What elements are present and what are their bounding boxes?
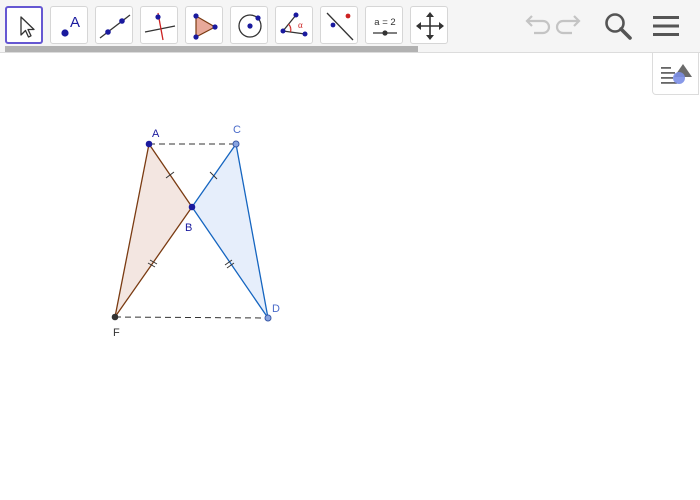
point-label-C: C [233,124,241,136]
reflect-about-line-icon [326,12,354,41]
move-tool-button[interactable] [5,6,43,44]
point-label-B: B [185,222,192,234]
redo-button[interactable] [553,8,589,44]
style-bar-toggle-button[interactable] [652,53,699,95]
point-D[interactable] [264,314,272,322]
triangle-ABF[interactable] [114,142,193,318]
cursor-arrow-icon [20,16,35,38]
point-F[interactable] [111,313,119,321]
search-button[interactable] [600,8,636,44]
point-icon: A [61,14,80,37]
search-icon [605,13,632,40]
menu-icon [653,16,679,36]
circle-with-center-icon [238,14,262,38]
perpendicular-line-icon [144,12,176,41]
polygon-tool-button[interactable] [185,6,223,44]
angle-tool-button[interactable]: α [275,6,313,44]
geogebra-app: A α a = 2 A B C D F [0,0,700,500]
line-through-points-icon [99,14,131,39]
angle-icon: α [280,12,308,37]
dashed-segment-FD [114,316,269,319]
main-menu-button[interactable] [648,8,684,44]
point-label-A: A [152,128,160,140]
point-label-D: D [272,303,280,315]
reflect-tool-button[interactable] [320,6,358,44]
undo-button[interactable] [517,8,553,44]
point-A[interactable] [145,140,153,148]
four-way-arrow-icon [416,12,444,40]
point-B[interactable] [188,203,196,211]
point-label-F: F [113,327,120,339]
style-bar-icon [661,64,692,84]
point-tool-button[interactable]: A [50,6,88,44]
toolbar: A α a = 2 [0,0,700,52]
triangle-CBD[interactable] [191,142,269,319]
slider-icon: a = 2 [373,17,397,36]
line-tool-button[interactable] [95,6,133,44]
polygon-icon [193,13,218,40]
slider-tool-button[interactable]: a = 2 [365,6,403,44]
circle-tool-button[interactable] [230,6,268,44]
point-C[interactable] [232,140,240,148]
move-graphics-view-tool-button[interactable] [410,6,448,44]
redo-icon [555,15,581,35]
point-tool-letter: A [70,14,80,31]
angle-alpha-label: α [298,20,303,30]
graphics-view[interactable]: A B C D F [0,53,700,500]
perpendicular-line-tool-button[interactable] [140,6,178,44]
undo-icon [525,15,551,35]
slider-tool-label: a = 2 [374,17,395,28]
